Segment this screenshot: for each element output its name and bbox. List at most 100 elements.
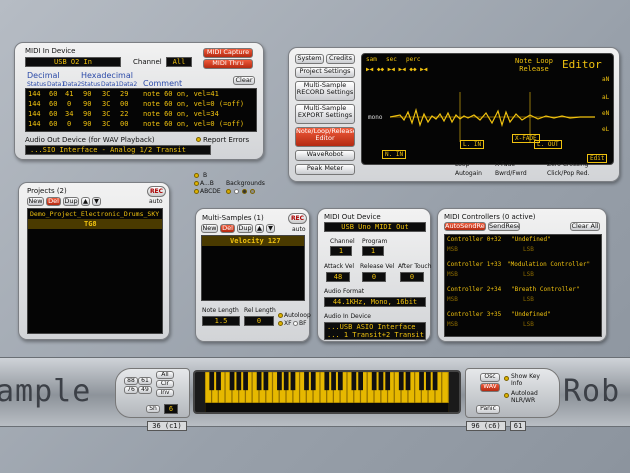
range-49-button[interactable]: 49: [138, 386, 152, 394]
midi-in-device-select[interactable]: USB O2 In: [25, 57, 121, 67]
marker-loop-out[interactable]: L. OUT: [534, 140, 562, 149]
clear-all-button[interactable]: Clear All: [570, 222, 600, 231]
show-key-info-led[interactable]: [504, 376, 509, 381]
black-key[interactable]: [283, 372, 289, 391]
flag-perc[interactable]: perc: [406, 56, 420, 63]
peak-meter-button[interactable]: Peak Meter: [295, 164, 355, 175]
multisamples-auto-label[interactable]: auto: [292, 226, 306, 233]
record-settings-button[interactable]: Multi-Sample RECORD Settings: [295, 81, 355, 101]
multisamples-rec-button[interactable]: REC: [288, 213, 307, 224]
audio-in-device-select[interactable]: ...USB ASIO Interface ... 1 Transit+2 Tr…: [324, 322, 426, 340]
black-key[interactable]: [229, 372, 235, 391]
black-key[interactable]: [378, 372, 384, 391]
panic-button[interactable]: Panic: [476, 405, 500, 414]
note-length-field[interactable]: 1.5: [202, 316, 240, 326]
background-option-3[interactable]: [242, 189, 247, 194]
flag-sam[interactable]: sam: [366, 56, 377, 63]
range-76-button[interactable]: 76: [124, 386, 138, 394]
autoload-led[interactable]: [504, 393, 509, 398]
clr-button[interactable]: Clr: [156, 380, 174, 388]
program-field[interactable]: 1: [362, 246, 384, 256]
black-key[interactable]: [277, 372, 282, 391]
projects-auto-label[interactable]: auto: [149, 198, 163, 205]
project-dup-button[interactable]: Dup: [63, 197, 79, 206]
sample-up-icon[interactable]: ▲: [255, 224, 264, 233]
project-list[interactable]: Demo_Project_Electronic_Drums_SKY TG8: [27, 208, 163, 334]
clear-button[interactable]: Clear: [233, 76, 255, 85]
audio-out-device-select[interactable]: ...SIO Interface - Analog 1/2 Transit: [25, 145, 211, 155]
waverobot-button[interactable]: WaveRobot: [295, 150, 355, 161]
black-key[interactable]: [358, 372, 363, 391]
project-new-button[interactable]: New: [27, 197, 44, 206]
all-button[interactable]: All: [156, 371, 174, 379]
controller-list[interactable]: Controller 0+32 "Undefined" MSB LSB Cont…: [444, 234, 602, 337]
projects-rec-button[interactable]: REC: [147, 186, 166, 197]
xfade-check[interactable]: X-Fade: [495, 161, 515, 168]
release-vel-field[interactable]: 0: [362, 272, 386, 282]
loop-check[interactable]: Loop: [455, 161, 469, 168]
credits-button[interactable]: Credits: [326, 54, 355, 64]
background-option-2[interactable]: [234, 189, 239, 194]
midi-capture-button[interactable]: MIDI Capture: [203, 48, 253, 58]
black-key[interactable]: [398, 372, 404, 391]
marker-loop-in[interactable]: L. IN: [460, 140, 485, 149]
black-key[interactable]: [331, 372, 336, 391]
send-reset-button[interactable]: SendReset: [488, 222, 520, 231]
black-key[interactable]: [337, 372, 343, 391]
side-button-al[interactable]: aL: [602, 94, 609, 101]
osc-button[interactable]: Osc: [480, 373, 500, 382]
black-key[interactable]: [351, 372, 357, 391]
background-option-4[interactable]: [250, 189, 255, 194]
midi-out-device-select[interactable]: USB Uno MIDI Out: [324, 222, 426, 232]
out-channel-field[interactable]: 1: [330, 246, 352, 256]
piano-keyboard[interactable]: [193, 370, 461, 414]
side-button-an[interactable]: aN: [602, 76, 609, 83]
edit-button[interactable]: Edit: [587, 154, 608, 163]
autoloop-label[interactable]: Autoloop: [284, 312, 311, 319]
black-key[interactable]: [243, 372, 248, 391]
marker-note-in[interactable]: N. IN: [382, 150, 407, 159]
black-key[interactable]: [304, 372, 309, 391]
click-pop-check[interactable]: Click/Pop Red.: [547, 170, 589, 177]
range-61-button[interactable]: 61: [138, 377, 152, 385]
sample-dup-button[interactable]: Dup: [237, 224, 253, 233]
black-key[interactable]: [310, 372, 316, 391]
project-down-icon[interactable]: ▼: [92, 197, 101, 206]
step-field[interactable]: 6: [164, 404, 178, 414]
autoloop-led[interactable]: [278, 313, 283, 318]
xf-label[interactable]: XF: [284, 320, 292, 327]
black-key[interactable]: [371, 372, 377, 391]
black-key[interactable]: [236, 372, 242, 391]
white-key[interactable]: [441, 372, 449, 404]
project-del-button[interactable]: Del: [46, 197, 61, 206]
black-key[interactable]: [256, 372, 262, 391]
transport-icons[interactable]: ▶◀ ◆◆ ▶◀ ▶◀ ◆◆ ▶◀: [366, 66, 427, 73]
sample-new-button[interactable]: New: [201, 224, 218, 233]
wav-button[interactable]: WAV: [480, 383, 500, 392]
black-key[interactable]: [290, 372, 296, 391]
background-option-1[interactable]: [226, 189, 231, 194]
report-errors-label[interactable]: Report Errors: [203, 136, 249, 144]
sample-list[interactable]: Velocity 127: [201, 235, 305, 301]
show-key-info-label[interactable]: Show Key Info: [511, 373, 541, 387]
autogain-check[interactable]: Autogain: [455, 170, 482, 177]
auto-send-reset-button[interactable]: AutoSendReset: [444, 222, 486, 231]
attack-vel-field[interactable]: 48: [326, 272, 350, 282]
black-key[interactable]: [324, 372, 330, 391]
sample-down-icon[interactable]: ▼: [266, 224, 275, 233]
project-up-icon[interactable]: ▲: [81, 197, 90, 206]
inv-button[interactable]: Inv: [156, 389, 174, 397]
project-settings-button[interactable]: Project Settings: [295, 67, 355, 78]
flag-sec[interactable]: sec: [386, 56, 397, 63]
list-item[interactable]: TG8: [84, 220, 97, 228]
black-key[interactable]: [419, 372, 424, 391]
waveform-editor[interactable]: sam sec perc ▶◀ ◆◆ ▶◀ ▶◀ ◆◆ ▶◀ Note Loop…: [361, 53, 614, 165]
zero-crossing-check[interactable]: Zero Crossing: [547, 161, 588, 168]
xf-led[interactable]: [278, 321, 283, 326]
list-item[interactable]: Demo_Project_Electronic_Drums_SKY: [30, 210, 159, 218]
channel-select[interactable]: All: [166, 57, 192, 67]
export-settings-button[interactable]: Multi-Sample EXPORT Settings: [295, 104, 355, 124]
side-button-en[interactable]: eN: [602, 110, 609, 117]
bwrd-fwrd-check[interactable]: Bwrd/Fwrd: [495, 170, 527, 177]
range-88-button[interactable]: 88: [124, 377, 138, 385]
